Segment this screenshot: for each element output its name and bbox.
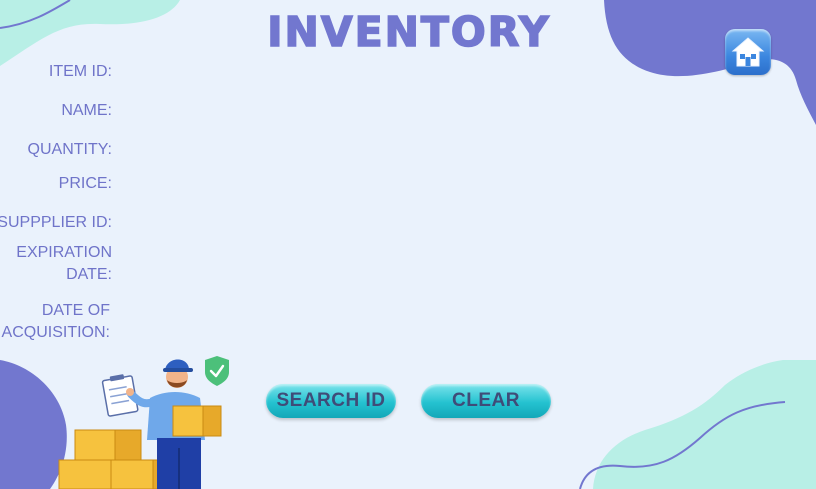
page-title: INVENTORY (266, 7, 551, 57)
price-input[interactable] (125, 173, 429, 197)
date-of-acquisition-input[interactable] (125, 322, 429, 346)
expiration-date-input[interactable] (125, 264, 429, 288)
item-id-label: ITEM ID: (48, 63, 112, 80)
supplier-id-label: SUPPPLIER ID: (0, 214, 112, 231)
expiration-date-label: EXPIRATION DATE: (16, 244, 112, 283)
quantity-input[interactable] (125, 139, 429, 163)
bottom-right-blob (579, 360, 816, 489)
name-input[interactable] (125, 100, 429, 124)
clear-button[interactable]: CLEAR (421, 384, 551, 418)
quantity-label: QUANTITY: (27, 141, 112, 158)
date-of-acquisition-label: DATE OF ACQUISITION: (1, 302, 110, 341)
supplier-id-input[interactable] (125, 212, 429, 236)
search-id-button[interactable]: SEARCH ID (266, 384, 396, 418)
home-button[interactable] (725, 29, 771, 75)
check-shield-icon (205, 356, 229, 386)
home-icon (731, 37, 765, 67)
name-label: NAME: (61, 102, 112, 119)
item-id-input[interactable] (125, 61, 429, 85)
delivery-worker-illustration (58, 356, 229, 489)
price-label: PRICE: (58, 175, 112, 192)
